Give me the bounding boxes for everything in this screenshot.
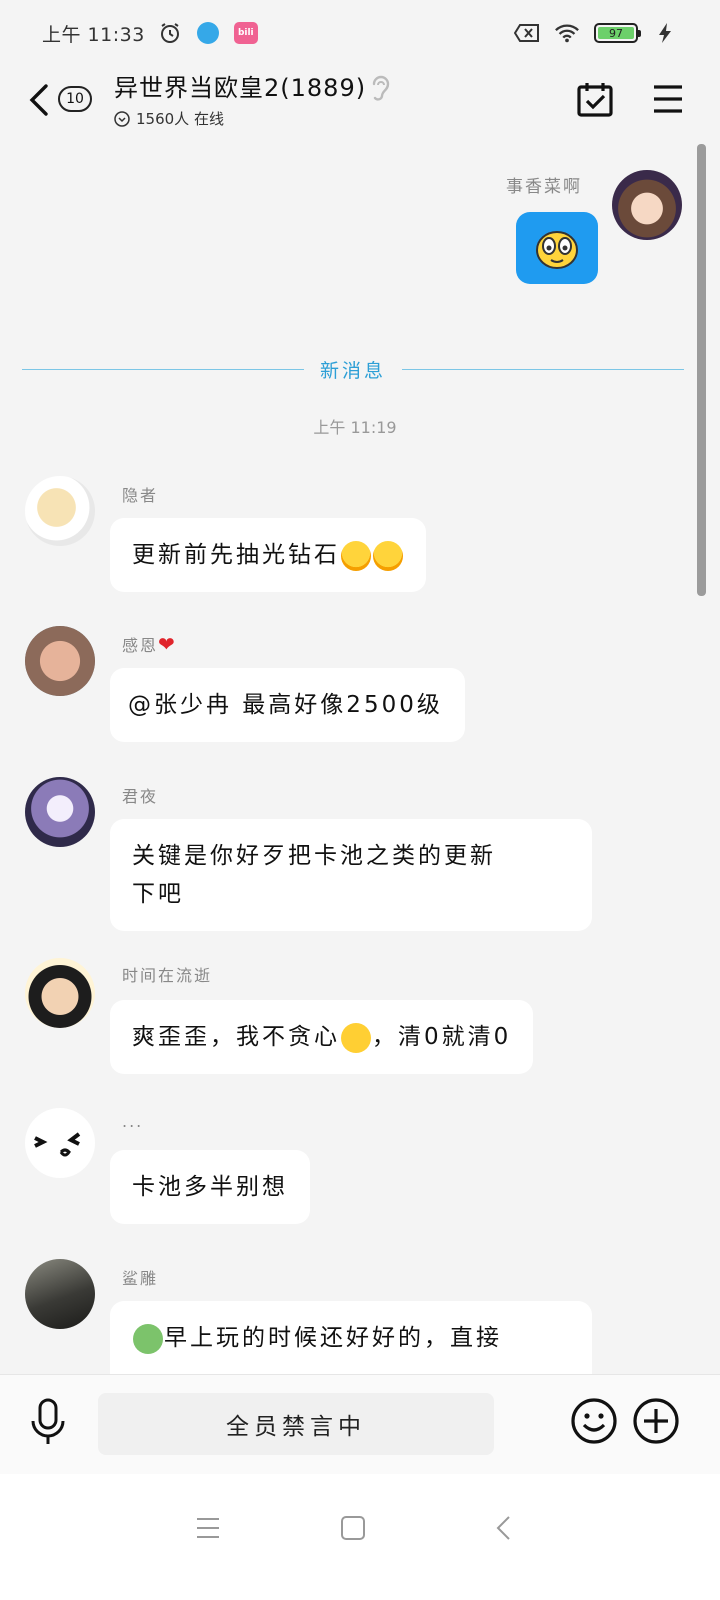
- sender-avatar[interactable]: [25, 476, 95, 546]
- divider-line-left: [22, 368, 304, 370]
- my-avatar[interactable]: [612, 170, 682, 240]
- wifi-icon: [554, 20, 580, 46]
- sender-avatar[interactable]: [25, 626, 95, 696]
- chat-message: 鲨雕 早上玩的时候还好好的，直接: [0, 1259, 700, 1374]
- message-bubble[interactable]: 早上玩的时候还好好的，直接: [110, 1301, 592, 1374]
- sender-name: 鲨雕: [122, 1269, 159, 1288]
- sender-avatar[interactable]: [25, 1259, 95, 1329]
- my-sender-name: 事香菜啊: [506, 177, 582, 197]
- chat-message: ... 卡池多半别想: [0, 1108, 700, 1228]
- chevron-left-icon: [29, 84, 48, 116]
- menu-button[interactable]: [652, 84, 684, 118]
- sender-name-text: 感恩: [122, 636, 159, 655]
- laugh-cry-emoji-icon: [341, 540, 371, 571]
- input-bar: 全员禁言中: [0, 1374, 720, 1474]
- sticker-emoji-icon: [536, 231, 578, 269]
- emoji-button[interactable]: [570, 1397, 618, 1449]
- sim-off-icon: [514, 20, 540, 46]
- calendar-check-icon: [577, 83, 613, 117]
- online-status[interactable]: 1560人 在线: [114, 108, 224, 129]
- system-navigation-bar: [0, 1474, 720, 1600]
- calendar-checkin-button[interactable]: [576, 80, 614, 122]
- chat-message: 隐者 更新前先抽光钻石: [0, 476, 700, 596]
- message-text: 早上玩的时候还好好的，直接: [164, 1325, 502, 1351]
- message-bubble[interactable]: 卡池多半别想: [110, 1150, 310, 1224]
- message-text: 卡池多半别想: [132, 1174, 288, 1200]
- sender-name: 隐者: [122, 486, 159, 505]
- ear-icon[interactable]: [370, 72, 390, 106]
- heart-icon: ❤: [158, 632, 177, 656]
- nav-back-button[interactable]: [483, 1508, 523, 1548]
- message-bubble[interactable]: 爽歪歪，我不贪心 ，清0就清0: [110, 1000, 534, 1074]
- square-icon: [341, 1516, 365, 1540]
- chat-message: 时间在流逝 爽歪歪，我不贪心 ，清0就清0: [0, 958, 700, 1078]
- sticker-face-icon: [133, 1323, 163, 1354]
- home-button[interactable]: [333, 1508, 373, 1548]
- bilibili-icon: bili: [233, 20, 259, 46]
- grin-emoji-icon: [341, 1022, 371, 1053]
- new-messages-divider: 新消息: [22, 354, 685, 384]
- alarm-icon: [157, 20, 183, 46]
- online-count: 1560人 在线: [136, 110, 224, 128]
- sender-avatar[interactable]: [25, 777, 95, 847]
- app-notification-icon: [195, 20, 221, 46]
- status-time: 上午 11:33: [42, 23, 145, 46]
- message-bubble[interactable]: 更新前先抽光钻石: [110, 518, 426, 592]
- sender-name: 君夜: [122, 787, 159, 806]
- my-sticker-bubble[interactable]: [516, 212, 598, 284]
- chat-title[interactable]: 异世界当欧皇2(1889): [114, 68, 366, 103]
- divider-line-right: [402, 368, 685, 370]
- message-input[interactable]: 全员禁言中: [98, 1393, 494, 1455]
- chat-header: 10 异世界当欧皇2(1889) 1560人 在线: [0, 66, 720, 144]
- sender-avatar[interactable]: [25, 1108, 95, 1178]
- recent-apps-button[interactable]: [188, 1508, 228, 1548]
- sender-avatar[interactable]: [25, 958, 95, 1028]
- sender-name: 时间在流逝: [122, 966, 213, 985]
- sender-name: 感恩❤: [122, 632, 177, 656]
- battery-indicator: 97: [594, 23, 641, 43]
- more-options-button[interactable]: [632, 1397, 680, 1449]
- message-text: ，清0就清0: [372, 1024, 512, 1050]
- message-timestamp: 上午 11:19: [313, 418, 397, 437]
- status-bar: 上午 11:33 bili 97: [0, 0, 720, 66]
- charging-icon: [652, 20, 678, 46]
- voice-button[interactable]: [28, 1397, 68, 1451]
- battery-level: 97: [598, 27, 634, 40]
- unread-count-badge[interactable]: 10: [58, 86, 92, 112]
- message-bubble[interactable]: 关键是你好歹把卡池之类的更新 下吧: [110, 819, 592, 931]
- chevron-left-icon: [496, 1516, 510, 1540]
- sender-name: ...: [122, 1112, 144, 1131]
- chat-message: 感恩❤ @张少冉 最高好像2500级: [0, 626, 700, 746]
- new-messages-label: 新消息: [320, 359, 387, 382]
- hamburger-menu-icon: [654, 85, 682, 113]
- message-bubble[interactable]: @张少冉 最高好像2500级: [110, 668, 465, 742]
- chevron-down-circle-icon: [114, 110, 130, 127]
- microphone-icon: [31, 1398, 65, 1444]
- message-text: 爽歪歪，我不贪心: [132, 1024, 340, 1050]
- smiley-icon: [571, 1398, 617, 1444]
- message-text-line: 下吧: [132, 881, 184, 907]
- message-text: @张少冉 最高好像2500级: [128, 692, 443, 718]
- message-text: 更新前先抽光钻石: [132, 542, 340, 568]
- plus-circle-icon: [633, 1398, 679, 1444]
- chat-message: 君夜 关键是你好歹把卡池之类的更新 下吧: [0, 777, 700, 931]
- message-text-line: 关键是你好歹把卡池之类的更新: [132, 843, 496, 869]
- laugh-cry-emoji-icon: [373, 540, 403, 571]
- menu-lines-icon: [197, 1518, 219, 1538]
